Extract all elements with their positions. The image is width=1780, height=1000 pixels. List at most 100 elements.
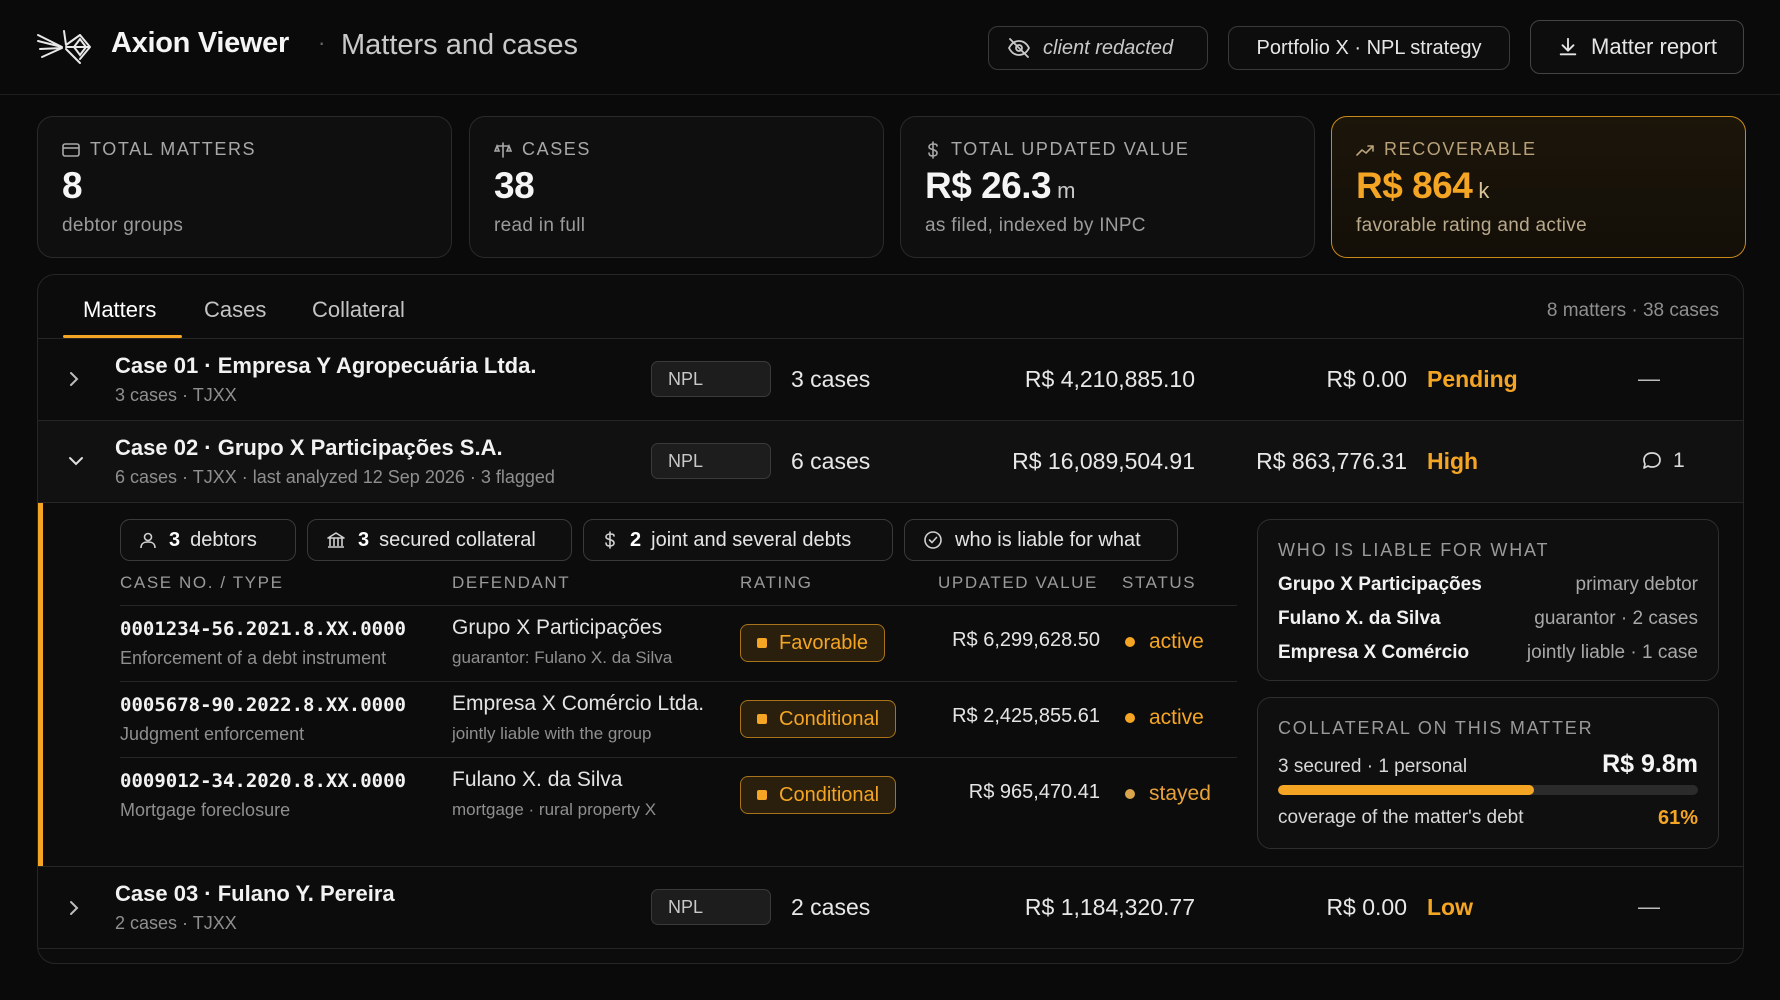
matter-report-label: Matter report — [1591, 34, 1717, 59]
tab-matters[interactable]: Matters — [83, 297, 156, 323]
case-number[interactable]: 0001234-56.2021.8.XX.0000 — [120, 618, 406, 640]
portfolio-label: Portfolio X · NPL strategy — [1256, 36, 1482, 59]
stat-value: 8 — [62, 165, 83, 206]
chip-debtors[interactable]: 3 debtors — [120, 519, 296, 561]
liability-heading: WHO IS LIABLE FOR WHAT — [1278, 540, 1550, 560]
stat-sub: as filed, indexed by INPC — [925, 215, 1146, 236]
person-icon — [140, 532, 156, 549]
trend-up-icon — [1356, 144, 1374, 156]
status-label: active — [1149, 706, 1204, 729]
stat-value: 38 — [494, 165, 535, 206]
chevron-right-icon[interactable] — [66, 898, 82, 918]
chip-count: 3 — [169, 528, 181, 551]
matter-tag: NPL — [651, 889, 771, 925]
case-number[interactable]: 0005678-90.2022.8.XX.0000 — [120, 694, 406, 716]
expanded-accent-bar — [38, 503, 43, 866]
rating-label: Conditional — [779, 707, 880, 730]
chip-count: 3 — [358, 528, 370, 551]
chip-who-is-liable[interactable]: who is liable for what — [904, 519, 1178, 561]
defendant-note: mortgage · rural property X — [452, 800, 657, 819]
matter-row-case-02[interactable]: Case 02 · Grupo X Participações S.A. 6 c… — [38, 421, 1743, 503]
matter-title: Case 02 · Grupo X Participações S.A. — [115, 435, 503, 460]
defendant-name: Fulano X. da Silva — [452, 768, 623, 791]
matter-title: Case 03 · Fulano Y. Pereira — [115, 881, 395, 906]
rating-marker — [757, 790, 767, 800]
matter-rating: Low — [1427, 894, 1473, 920]
matter-row-case-01[interactable]: Case 01 · Empresa Y Agropecuária Ltda. 3… — [38, 339, 1743, 421]
stat-label: TOTAL MATTERS — [90, 139, 257, 159]
chip-label: secured collateral — [379, 528, 536, 551]
collateral-summary: 3 secured · 1 personal — [1278, 756, 1468, 777]
status-label: stayed — [1149, 782, 1211, 805]
case-type: Mortgage foreclosure — [120, 800, 291, 820]
status-dot — [1125, 637, 1135, 647]
stat-unit: m — [1057, 178, 1075, 203]
chevron-down-icon[interactable] — [66, 453, 86, 469]
matter-meta: 6 cases · TJXX · last analyzed 12 Sep 20… — [115, 467, 555, 487]
scale-icon — [494, 141, 512, 158]
liable-party: Empresa X Comércio — [1278, 642, 1470, 663]
status-indicator: active — [1125, 706, 1204, 730]
liability-role: jointly liable · 1 case — [1526, 642, 1698, 663]
rating-marker — [757, 714, 767, 724]
defendant-name: Empresa X Comércio Ltda. — [452, 692, 705, 715]
case-type: Enforcement of a debt instrument — [120, 648, 387, 668]
chip-joint-debts[interactable]: 2 joint and several debts — [583, 519, 893, 561]
matter-tag: NPL — [651, 443, 771, 479]
case-number[interactable]: 0009012-34.2020.8.XX.0000 — [120, 770, 406, 792]
coverage-bar — [1278, 785, 1698, 795]
app-header: Axion Viewer · Matters and cases client … — [0, 0, 1780, 95]
active-tab-indicator — [63, 335, 182, 338]
case-type: Judgment enforcement — [120, 724, 305, 744]
matter-comments-button[interactable]: 1 — [1641, 449, 1685, 473]
matter-updated-value: R$ 4,210,885.10 — [1024, 366, 1195, 392]
tab-collateral[interactable]: Collateral — [312, 297, 405, 323]
portfolio-selector[interactable]: Portfolio X · NPL strategy — [1228, 26, 1510, 70]
matters-panel: Matters Cases Collateral 8 matters · 38 … — [37, 274, 1744, 964]
collateral-amount: R$ 9.8m — [1602, 750, 1698, 778]
rating-label: Conditional — [779, 783, 880, 806]
matter-recoverable: R$ 0.00 — [1326, 366, 1407, 392]
matter-report-button[interactable]: Matter report — [1530, 20, 1744, 74]
liability-card: WHO IS LIABLE FOR WHAT Grupo X Participa… — [1257, 519, 1719, 681]
matter-rating: Pending — [1427, 366, 1518, 392]
chevron-right-icon[interactable] — [66, 369, 82, 389]
tab-bar: Matters Cases Collateral 8 matters · 38 … — [38, 275, 1743, 339]
tab-cases[interactable]: Cases — [204, 297, 266, 323]
liable-party: Fulano X. da Silva — [1278, 608, 1441, 629]
matter-comments: — — [1638, 366, 1660, 391]
matter-recoverable: R$ 863,776.31 — [1256, 448, 1407, 474]
stat-sub: read in full — [494, 215, 586, 236]
app-brand: Axion Viewer — [111, 27, 289, 59]
tabs-summary: 8 matters · 38 cases — [1546, 300, 1719, 321]
liability-role: primary debtor — [1575, 574, 1699, 595]
status-indicator: active — [1125, 630, 1204, 654]
matter-detail: 3 debtors 3 secured collateral 2 joint and … — [38, 503, 1743, 867]
stat-card-total-updated-value: TOTAL UPDATED VALUE R$ 26.3 m as filed, i… — [900, 116, 1315, 258]
status-dot — [1125, 789, 1135, 799]
coverage-percent: 61% — [1657, 807, 1698, 829]
status-indicator: stayed — [1125, 782, 1211, 806]
rating-badge: Conditional — [740, 776, 897, 814]
matter-comments: — — [1638, 894, 1660, 919]
stat-card-total-matters: TOTAL MATTERS 8 debtor groups — [37, 116, 452, 258]
matter-updated-value: R$ 16,089,504.91 — [1012, 448, 1195, 474]
chip-secured-collateral[interactable]: 3 secured collateral — [307, 519, 572, 561]
table-row[interactable]: 0009012-34.2020.8.XX.0000 Mortgage forec… — [120, 757, 1237, 833]
matter-tag: NPL — [651, 361, 771, 397]
column-header-rating: RATING — [740, 573, 813, 592]
client-redacted-toggle[interactable]: client redacted — [988, 26, 1208, 70]
matter-row-case-03[interactable]: Case 03 · Fulano Y. Pereira 2 cases · TJ… — [38, 867, 1743, 949]
table-row[interactable]: 0005678-90.2022.8.XX.0000 Judgment enfor… — [120, 681, 1237, 757]
collateral-heading: COLLATERAL ON THIS MATTER — [1278, 718, 1594, 738]
brand-separator: · — [318, 30, 326, 55]
stat-sub: favorable rating and active — [1356, 215, 1587, 236]
table-row[interactable]: 0001234-56.2021.8.XX.0000 Enforcement of… — [120, 605, 1237, 681]
page-title: Matters and cases — [341, 29, 578, 61]
defendant-name: Grupo X Participações — [452, 616, 663, 639]
updated-value: R$ 2,425,855.61 — [952, 705, 1100, 727]
bank-icon — [327, 532, 345, 548]
column-header-defendant: DEFENDANT — [452, 573, 571, 592]
matter-title: Case 01 · Empresa Y Agropecuária Ltda. — [115, 353, 537, 378]
stat-sub: debtor groups — [62, 215, 184, 236]
